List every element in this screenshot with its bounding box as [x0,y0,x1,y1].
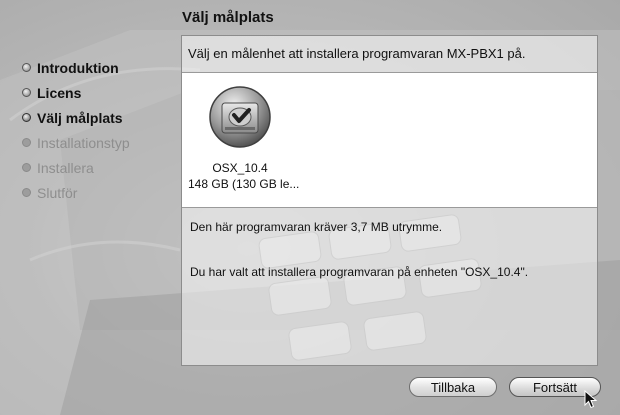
mouse-pointer-icon [584,390,598,409]
step-bullet-icon [22,188,31,197]
disk-name: OSX_10.4 [212,161,268,175]
step-bullet-icon [22,63,31,72]
step-label: Slutför [37,184,78,201]
back-button[interactable]: Tillbaka [409,377,497,397]
selected-destination-text: Du har valt att installera programvaran … [190,265,529,279]
disk-selection-area[interactable]: OSX_10.4 148 GB (130 GB le... [182,73,597,208]
space-required-text: Den här programvaran kräver 3,7 MB utrym… [190,220,443,234]
step-valj-malplats: Välj målplats [22,105,130,130]
hard-disk-icon [209,86,271,148]
step-bullet-icon [22,163,31,172]
step-label: Installationstyp [37,134,130,151]
step-label: Installera [37,159,94,176]
step-licens: Licens [22,80,130,105]
instruction-text: Välj en målenhet att installera programv… [182,36,597,73]
step-bullet-icon [22,113,31,122]
page-title: Välj målplats [182,9,274,26]
installer-steps: Introduktion Licens Välj målplats Instal… [22,55,130,205]
step-slutfor: Slutför [22,180,130,205]
disk-size: 148 GB (130 GB le... [188,177,300,191]
step-introduktion: Introduktion [22,55,130,80]
step-label: Licens [37,84,82,101]
destination-panel: Välj en målenhet att installera programv… [181,35,598,366]
step-bullet-icon [22,138,31,147]
step-installera: Installera [22,155,130,180]
step-label: Introduktion [37,59,119,76]
step-bullet-icon [22,88,31,97]
step-label: Välj målplats [37,109,123,126]
step-installationstyp: Installationstyp [22,130,130,155]
